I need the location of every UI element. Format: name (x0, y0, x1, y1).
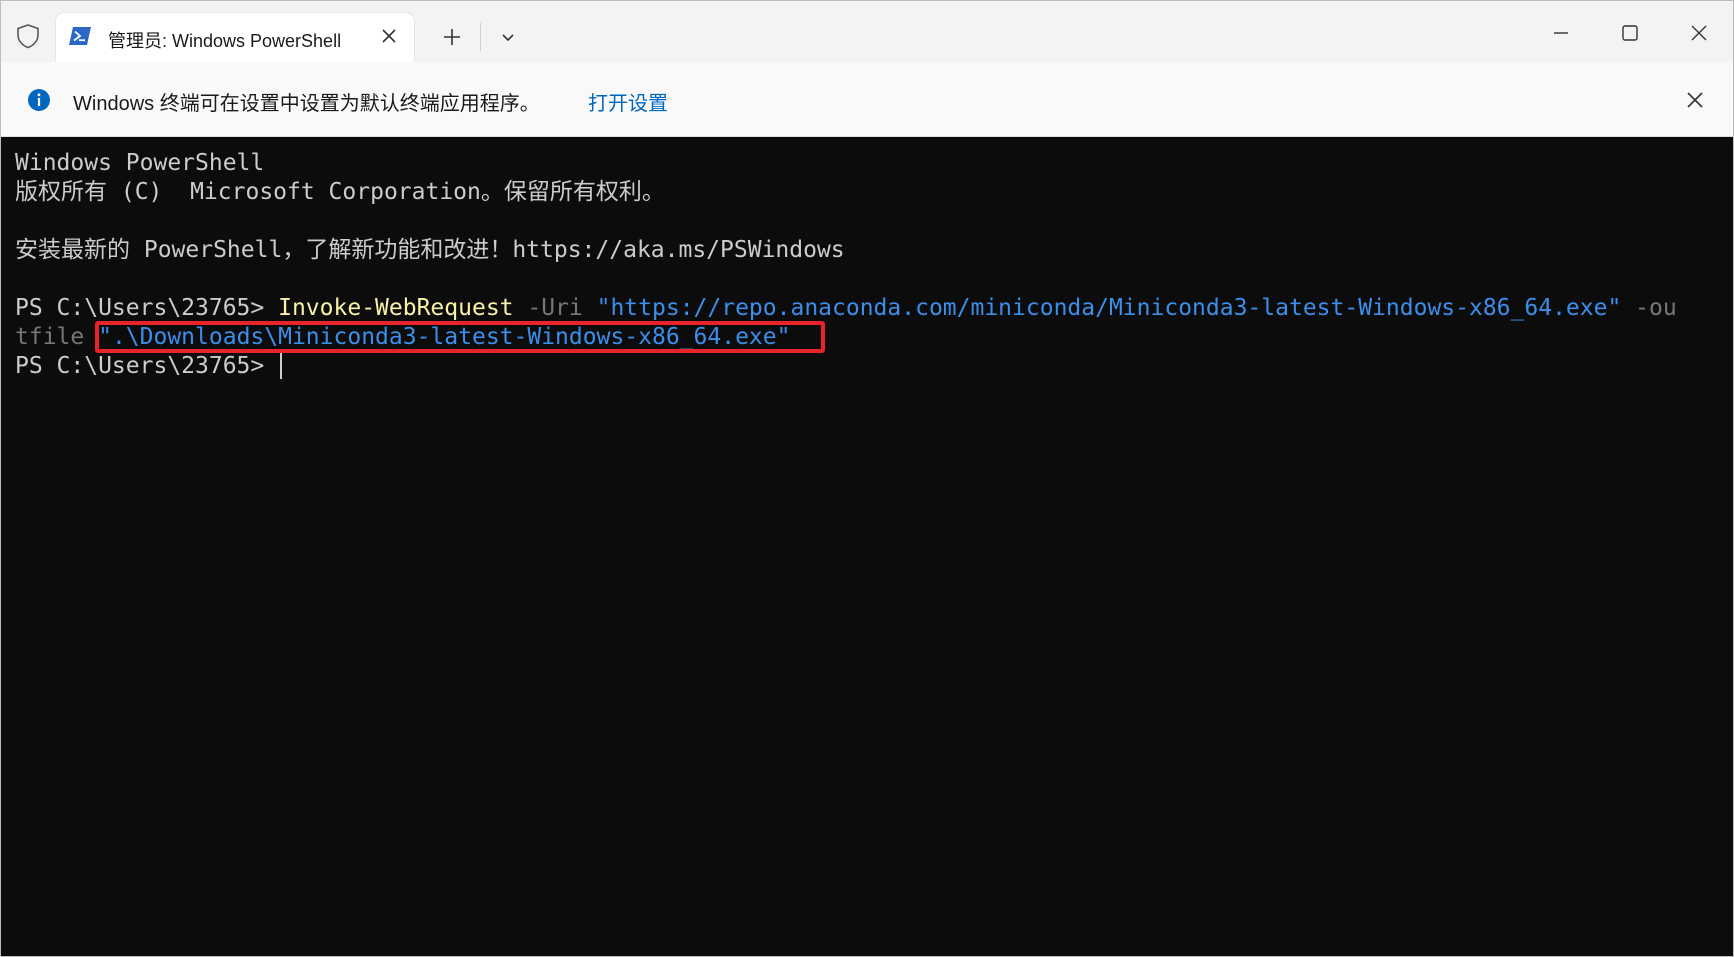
info-message: Windows 终端可在设置中设置为默认终端应用程序。 (73, 93, 540, 115)
close-icon[interactable] (378, 25, 400, 47)
terminal-line: 安装最新的 PowerShell，了解新功能和改进！https://aka.ms… (15, 237, 845, 263)
minimize-icon[interactable] (1543, 15, 1579, 51)
prompt: PS C:\Users\23765> (15, 353, 279, 379)
terminal-content[interactable]: Windows PowerShell 版权所有 (C) Microsoft Co… (1, 137, 1733, 956)
terminal-line: 版权所有 (C) Microsoft Corporation。保留所有权利。 (15, 179, 665, 205)
shield-icon (17, 24, 39, 49)
tab-powershell[interactable]: 管理员: Windows PowerShell (56, 13, 414, 62)
url-string: "https://repo.anaconda.com/miniconda/Min… (596, 295, 1622, 321)
parameter: -ou (1621, 295, 1677, 321)
open-settings-link[interactable]: 打开设置 (588, 87, 668, 116)
command-line: PS C:\Users\23765> Invoke-WebRequest -Ur… (15, 294, 1677, 323)
parameter: tfile (15, 324, 99, 350)
close-icon[interactable] (1681, 86, 1709, 114)
info-bar: Windows 终端可在设置中设置为默认终端应用程序。 打开设置 (1, 62, 1733, 137)
powershell-icon (69, 27, 91, 45)
command-name: Invoke-WebRequest (278, 295, 514, 321)
prompt-line: PS C:\Users\23765> (15, 352, 283, 381)
tab-separator (480, 23, 481, 51)
tab-title: 管理员: Windows PowerShell (108, 31, 342, 51)
chevron-down-icon[interactable] (495, 26, 521, 50)
highlight-annotation (95, 321, 825, 353)
info-icon (28, 89, 50, 111)
parameter: -Uri (513, 295, 597, 321)
prompt: PS C:\Users\23765> (15, 295, 279, 321)
terminal-line: Windows PowerShell (15, 150, 265, 176)
text-cursor (280, 353, 283, 379)
close-window-icon[interactable] (1681, 15, 1717, 51)
maximize-icon[interactable] (1612, 15, 1648, 51)
title-bar: 管理员: Windows PowerShell (1, 1, 1733, 62)
plus-icon[interactable] (438, 23, 466, 51)
terminal-window: 管理员: Windows PowerShell Windows 终端可在设置中设… (0, 0, 1734, 957)
